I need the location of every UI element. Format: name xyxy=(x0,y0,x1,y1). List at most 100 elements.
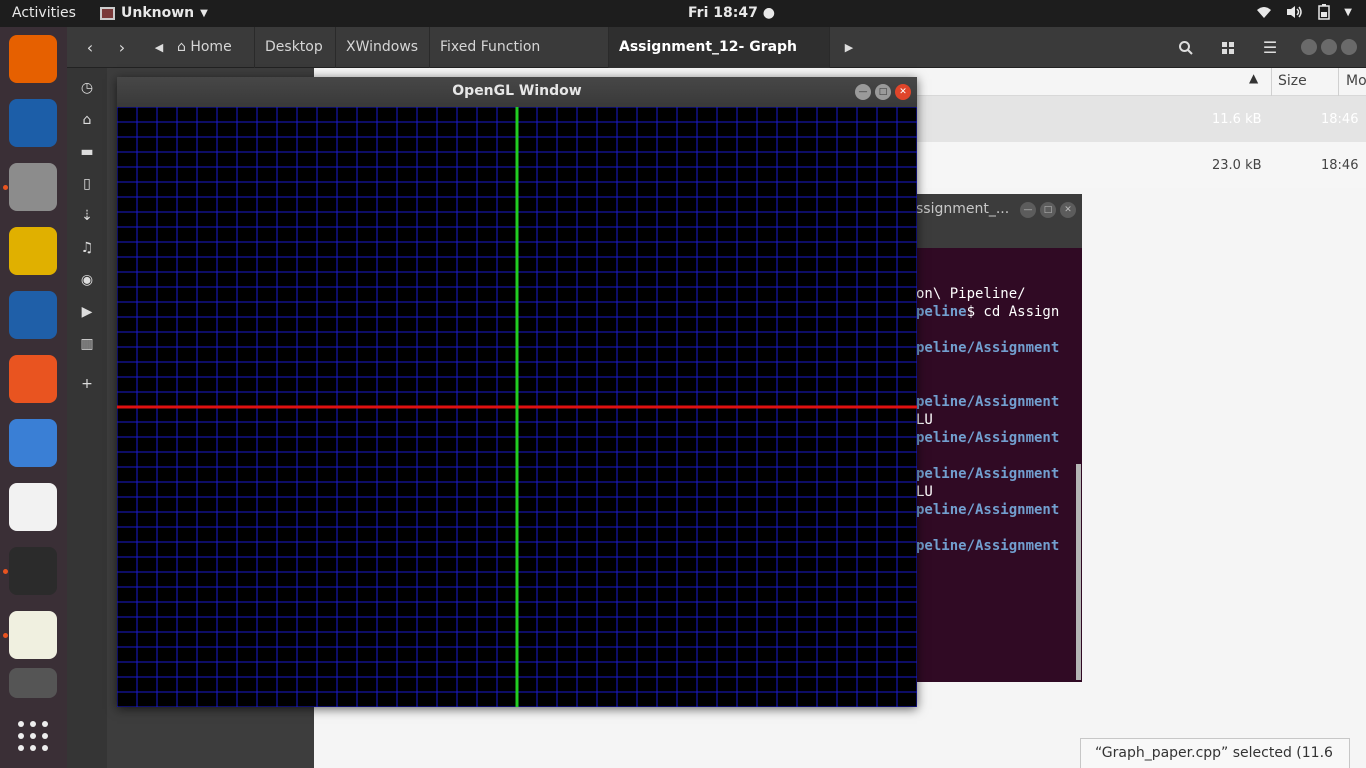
music-icon[interactable]: ♫ xyxy=(77,238,97,258)
grid-view-icon xyxy=(1222,42,1234,54)
back-button[interactable]: ‹ xyxy=(79,35,101,61)
top-bar: Activities Unknown ▼ Fri 18:47 ● ▼ xyxy=(0,0,1366,27)
download-icon[interactable]: ⇣ xyxy=(77,206,97,226)
files-headerbar: ‹ › ◀ ⌂ Home Desktop XWindows Fixed Functio… xyxy=(67,27,1366,96)
opengl-window[interactable]: OpenGL Window — □ ✕ xyxy=(117,77,917,707)
folder-icon[interactable]: ▬ xyxy=(77,142,97,162)
terminal-line: peline/Assignment xyxy=(916,430,1060,446)
search-icon xyxy=(1179,41,1193,55)
breadcrumb-item[interactable]: Desktop xyxy=(255,27,336,68)
column-divider xyxy=(1271,68,1272,96)
breadcrumb-item[interactable]: Assignment_12- Graph paper xyxy=(609,27,830,96)
file-size: 23.0 kB xyxy=(1212,158,1262,173)
system-tray[interactable]: ▼ xyxy=(1256,4,1352,20)
terminal-headerbar: ssignment_... — □ ✕ xyxy=(896,194,1082,248)
system-menu-chevron-icon: ▼ xyxy=(1344,6,1352,18)
clock-label: Fri 18:47 xyxy=(688,5,758,21)
clock[interactable]: Fri 18:47 ● xyxy=(688,5,775,21)
view-toggle-button[interactable] xyxy=(1213,35,1243,61)
sidebar-icons: ◷ ⌂ ▬ ▯ ⇣ ♫ ◉ ▶ ▥ + xyxy=(67,68,107,768)
breadcrumb-label: XWindows xyxy=(346,39,419,55)
breadcrumb-item[interactable]: Fixed Function Pipeline xyxy=(430,27,609,96)
opengl-minimize-button[interactable]: — xyxy=(855,84,871,100)
libreoffice-writer-icon[interactable] xyxy=(9,291,57,339)
chevron-down-icon: ▼ xyxy=(200,7,208,19)
terminal-icon[interactable] xyxy=(9,547,57,595)
terminal-line: LU xyxy=(916,484,933,500)
terminal-line: peline$ cd Assign xyxy=(916,304,1059,320)
running-indicator xyxy=(3,569,8,574)
terminal-scrollbar[interactable] xyxy=(1076,464,1081,680)
terminal-window[interactable]: ssignment_... — □ ✕ on\ Pipeline/peline$… xyxy=(896,194,1082,682)
sort-ascending-icon[interactable]: ▲ xyxy=(1249,71,1258,85)
thunderbird-icon[interactable] xyxy=(9,99,57,147)
home-icon[interactable]: ⌂ xyxy=(77,110,97,130)
triangle-right-icon: ▶ xyxy=(844,41,854,54)
column-divider xyxy=(1338,68,1339,96)
terminal-line: peline/Assignment xyxy=(916,502,1060,518)
text-editor-icon[interactable] xyxy=(9,611,57,659)
add-location-icon[interactable]: + xyxy=(77,374,97,394)
maximize-button[interactable] xyxy=(1321,39,1337,55)
app-menu-label: Unknown xyxy=(121,5,195,21)
breadcrumb-label: Home xyxy=(190,39,232,55)
camera-icon[interactable]: ◉ xyxy=(77,270,97,290)
graph-paper-canvas[interactable] xyxy=(117,107,917,707)
show-apps-button[interactable] xyxy=(17,720,49,752)
chevron-left-icon: ‹ xyxy=(86,38,94,57)
help-icon[interactable] xyxy=(9,419,57,467)
screenshot-preview-icon[interactable] xyxy=(9,668,57,698)
terminal-minimize-button[interactable]: — xyxy=(1020,202,1036,218)
terminal-close-button[interactable]: ✕ xyxy=(1060,202,1076,218)
wifi-icon xyxy=(1257,7,1272,18)
volume-icon xyxy=(1287,6,1303,18)
breadcrumb-item[interactable]: XWindows xyxy=(336,27,430,68)
app-icon xyxy=(100,6,115,20)
activities-button[interactable]: Activities xyxy=(12,5,76,21)
trash-icon[interactable]: ▥ xyxy=(77,334,97,354)
opengl-headerbar: OpenGL Window — □ ✕ xyxy=(117,77,917,107)
hamburger-icon: ☰ xyxy=(1262,38,1278,57)
opengl-maximize-button[interactable]: □ xyxy=(875,84,891,100)
software-center-icon[interactable] xyxy=(9,355,57,403)
firefox-icon[interactable] xyxy=(9,35,57,83)
menu-button[interactable]: ☰ xyxy=(1255,35,1285,61)
breadcrumb-item[interactable]: ⌂ Home xyxy=(167,27,255,68)
opengl-close-button[interactable]: ✕ xyxy=(895,84,911,100)
rhythmbox-icon[interactable] xyxy=(9,227,57,275)
notification-dot-icon: ● xyxy=(762,5,775,21)
search-button[interactable] xyxy=(1171,35,1201,61)
opengl-window-title: OpenGL Window xyxy=(452,83,582,99)
breadcrumb-label: Desktop xyxy=(265,39,323,55)
modified-column-header[interactable]: Modified xyxy=(1346,73,1366,89)
terminal-line: peline/Assignment xyxy=(916,538,1060,554)
minimize-button[interactable] xyxy=(1301,39,1317,55)
breadcrumb-scroll-right-button[interactable]: ▶ xyxy=(839,35,859,61)
terminal-line: peline/Assignment xyxy=(916,466,1060,482)
forward-button[interactable]: › xyxy=(111,35,133,61)
command-text: $ cd Assign xyxy=(966,304,1060,320)
recent-icon[interactable]: ◷ xyxy=(77,78,97,98)
terminal-maximize-button[interactable]: □ xyxy=(1040,202,1056,218)
amazon-icon[interactable] xyxy=(9,483,57,531)
files-icon[interactable] xyxy=(9,163,57,211)
dock xyxy=(0,27,67,768)
home-icon: ⌂ xyxy=(177,39,191,55)
app-menu[interactable]: Unknown ▼ xyxy=(100,5,208,21)
terminal-line: peline/Assignment xyxy=(916,394,1060,410)
terminal-line: on\ Pipeline/ xyxy=(916,286,1026,302)
video-icon[interactable]: ▶ xyxy=(77,302,97,322)
file-modified: 18:46 xyxy=(1321,158,1359,173)
battery-icon xyxy=(1318,4,1331,20)
close-button[interactable] xyxy=(1341,39,1357,55)
terminal-line: peline/Assignment xyxy=(916,340,1060,356)
running-indicator xyxy=(3,185,8,190)
chevron-right-icon: › xyxy=(118,38,126,57)
size-column-header[interactable]: Size xyxy=(1278,73,1307,89)
prompt-path: peline xyxy=(916,304,967,320)
show-apps-icon xyxy=(18,721,48,751)
running-indicator xyxy=(3,633,8,638)
file-modified: 18:46 xyxy=(1321,112,1359,127)
breadcrumb-scroll-left-button[interactable]: ◀ xyxy=(149,35,169,61)
document-icon[interactable]: ▯ xyxy=(77,174,97,194)
